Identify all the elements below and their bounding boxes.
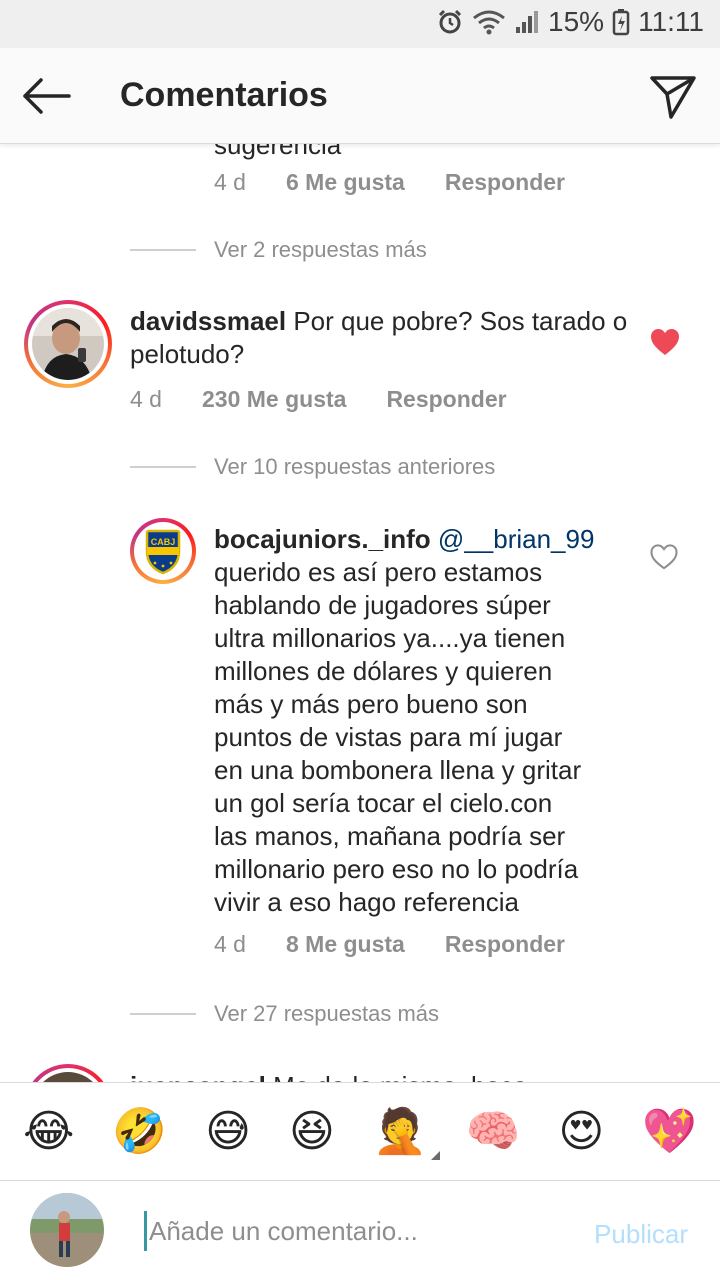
- status-bar: 15% 11:11: [0, 0, 720, 48]
- previous-reply-text: sugerencia: [214, 144, 342, 160]
- signal-icon: [514, 9, 540, 35]
- likes-count[interactable]: 6 Me gusta: [286, 169, 405, 196]
- comment-list[interactable]: sugerencia 4 d 6 Me gusta Responder Ver …: [0, 144, 720, 1084]
- timestamp: 4 d: [130, 386, 162, 412]
- share-button[interactable]: [646, 70, 700, 124]
- view-more-replies[interactable]: Ver 27 respuestas más: [130, 1001, 439, 1027]
- skin-tone-indicator: [430, 1150, 440, 1160]
- avatar[interactable]: CABJ: [130, 518, 196, 584]
- clock: 11:11: [638, 6, 704, 37]
- view-more-replies[interactable]: Ver 2 respuestas más: [130, 237, 427, 263]
- back-button[interactable]: [18, 72, 74, 120]
- emoji-sweat-smile-icon[interactable]: 😅: [205, 1109, 251, 1154]
- comment-meta: 4 d 230 Me gusta Responder: [130, 386, 507, 413]
- divider: [130, 466, 196, 468]
- likes-count[interactable]: 8 Me gusta: [286, 931, 405, 958]
- comment-username[interactable]: davidssmael: [130, 306, 286, 336]
- reply-body: querido es así pero estamos hablando de …: [214, 557, 582, 917]
- header: Comentarios: [0, 48, 720, 144]
- divider: [130, 1013, 196, 1015]
- emoji-squinting-laugh-icon[interactable]: 😆: [289, 1109, 335, 1154]
- publish-button[interactable]: Publicar: [594, 1219, 688, 1250]
- reply-meta: 4 d 8 Me gusta Responder: [214, 931, 565, 958]
- avatar[interactable]: [24, 1064, 112, 1084]
- reply-button[interactable]: Responder: [386, 386, 506, 413]
- reply-mention[interactable]: @__brian_99: [438, 524, 595, 554]
- timestamp: 4 d: [214, 169, 246, 195]
- paper-plane-icon: [650, 76, 696, 119]
- user-photo: [32, 308, 104, 380]
- emoji-facepalm-glyph: 🤦: [372, 1105, 428, 1157]
- emoji-tears-of-joy-icon[interactable]: 😂: [23, 1109, 74, 1154]
- view-more-label: Ver 27 respuestas más: [214, 1001, 440, 1026]
- likes-count[interactable]: 230 Me gusta: [202, 386, 346, 413]
- timestamp: 4 d: [214, 931, 246, 957]
- reply-button[interactable]: Responder: [445, 169, 565, 196]
- comment-composer: Publicar: [0, 1180, 720, 1280]
- crest-letters: CABJ: [151, 537, 176, 547]
- reply-text: bocajuniors._info @__brian_99 querido es…: [214, 523, 634, 919]
- avatar[interactable]: [24, 300, 112, 388]
- emoji-rolling-laughing-icon[interactable]: 🤣: [112, 1109, 167, 1154]
- view-previous-label: Ver 10 respuestas anteriores: [214, 454, 496, 479]
- reply-username[interactable]: bocajuniors._info: [214, 524, 431, 554]
- current-user-avatar: [30, 1193, 104, 1267]
- page-title: Comentarios: [120, 76, 328, 114]
- emoji-bar: 😂 🤣 😅 😆 🤦 🧠 😍 💖: [0, 1082, 720, 1180]
- emoji-sparkling-heart-icon[interactable]: 💖: [642, 1109, 697, 1154]
- wifi-icon: [472, 9, 506, 35]
- divider: [130, 249, 196, 251]
- battery-icon: [612, 8, 630, 36]
- heart-liked-icon[interactable]: [650, 328, 680, 356]
- view-more-label: Ver 2 respuestas más: [214, 237, 427, 262]
- emoji-heart-eyes-icon[interactable]: 😍: [558, 1109, 604, 1154]
- emoji-brain-icon[interactable]: 🧠: [466, 1109, 521, 1154]
- battery-percent: 15%: [548, 6, 605, 37]
- alarm-icon: [436, 8, 464, 36]
- comment-input[interactable]: [144, 1211, 544, 1251]
- emoji-facepalm-icon[interactable]: 🤦: [373, 1109, 440, 1160]
- boca-crest-icon: CABJ: [137, 525, 189, 577]
- reply-button[interactable]: Responder: [445, 931, 565, 958]
- back-arrow-icon: [23, 78, 71, 114]
- view-previous-replies[interactable]: Ver 10 respuestas anteriores: [130, 454, 495, 480]
- previous-reply-meta: 4 d 6 Me gusta Responder: [214, 169, 565, 196]
- comment-text: davidssmael Por que pobre? Sos tarado o …: [130, 305, 630, 371]
- heart-outline-icon[interactable]: [650, 544, 678, 570]
